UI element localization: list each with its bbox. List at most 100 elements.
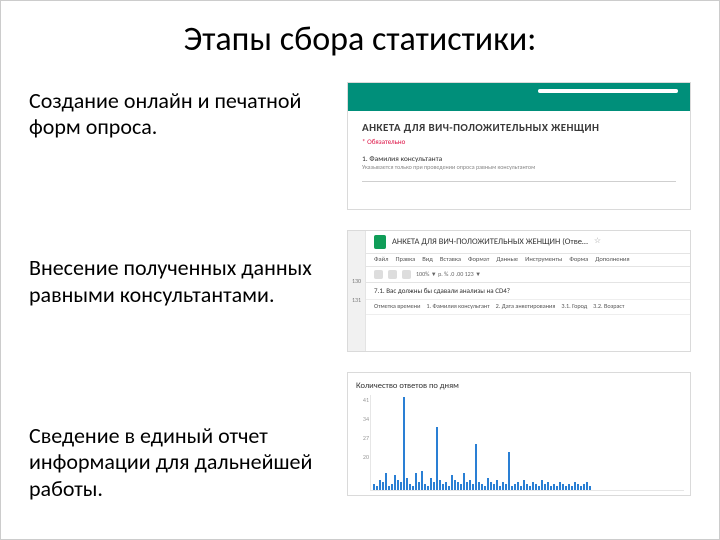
- chart-bar: [469, 480, 471, 491]
- sheet-doc-title: АНКЕТА ДЛЯ ВИЧ-ПОЛОЖИТЕЛЬНЫХ ЖЕНЩИН (Отв…: [392, 237, 588, 247]
- thumbnail-form: АНКЕТА ДЛЯ ВИЧ-ПОЛОЖИТЕЛЬНЫХ ЖЕНЩИН * Об…: [347, 82, 691, 210]
- sheet-column-headers: Отметка времени 1. Фамилия консультант 2…: [366, 300, 690, 314]
- col-header: 1. Фамилия консультант: [426, 303, 489, 310]
- toolbar-button: [388, 270, 397, 279]
- chart-bar: [538, 486, 540, 490]
- chart-bar: [544, 484, 546, 490]
- sheet-row-gutter: 130 131: [348, 231, 366, 351]
- chart-bar: [532, 482, 534, 490]
- chart-bar: [499, 486, 501, 490]
- chart-bar: [535, 484, 537, 490]
- form-input-line: [362, 181, 676, 182]
- chart-bar: [436, 427, 438, 490]
- chart-bar: [568, 484, 570, 490]
- chart-ytick: 27: [357, 435, 369, 442]
- chart-bar: [559, 482, 561, 490]
- form-body: АНКЕТА ДЛЯ ВИЧ-ПОЛОЖИТЕЛЬНЫХ ЖЕНЩИН * Об…: [348, 111, 690, 188]
- chart-bar: [526, 484, 528, 490]
- chart-bar: [448, 486, 450, 490]
- sheet-formula-cell: 7.1. Вас должны бы сдавали анализы на СD…: [366, 283, 690, 300]
- form-required-note: * Обязательно: [362, 138, 676, 146]
- chart-bar: [430, 478, 432, 491]
- menu-item: Инструменты: [525, 256, 562, 264]
- chart-bar: [445, 482, 447, 490]
- chart-bar: [550, 486, 552, 490]
- toolbar-button: [374, 270, 383, 279]
- menu-item: Правка: [395, 256, 415, 264]
- chart-bar: [586, 482, 588, 490]
- chart-bar: [574, 482, 576, 490]
- form-header-bar: [348, 83, 690, 111]
- chart-bar: [397, 480, 399, 491]
- star-icon: ☆: [594, 237, 601, 247]
- chart-bars: [371, 395, 684, 490]
- chart-bar: [409, 484, 411, 490]
- chart-bar: [529, 486, 531, 490]
- sheet-main: АНКЕТА ДЛЯ ВИЧ-ПОЛОЖИТЕЛЬНЫХ ЖЕНЩИН (Отв…: [366, 231, 690, 351]
- sheet-row-num: 131: [352, 297, 361, 304]
- chart-bar: [565, 486, 567, 490]
- chart-bar: [481, 484, 483, 490]
- col-header: Отметка времени: [374, 303, 420, 310]
- chart-bar: [394, 475, 396, 490]
- form-title: АНКЕТА ДЛЯ ВИЧ-ПОЛОЖИТЕЛЬНЫХ ЖЕНЩИН: [362, 121, 676, 134]
- chart-ytick: 20: [357, 454, 369, 461]
- menu-item: Дополнения: [595, 256, 629, 264]
- chart-bar: [421, 471, 423, 490]
- chart-bar: [460, 484, 462, 490]
- menu-item: Файл: [374, 256, 388, 264]
- chart-bar: [496, 480, 498, 491]
- chart-bar: [475, 444, 477, 490]
- thumbnail-chart: Количество ответов по дням 41 34 27 20: [347, 372, 691, 496]
- sheet-toolbar: 100% ▼ р. % .0 .00 123 ▼: [366, 267, 690, 283]
- chart-ytick: 41: [357, 397, 369, 404]
- chart-bar: [466, 482, 468, 490]
- chart-bar: [514, 484, 516, 490]
- chart-bar: [412, 486, 414, 490]
- chart-bar: [556, 486, 558, 490]
- chart-bar: [580, 486, 582, 490]
- chart-bar: [583, 484, 585, 490]
- chart-bar: [382, 482, 384, 490]
- chart-bar: [511, 486, 513, 490]
- menu-item: Форма: [569, 256, 588, 264]
- chart-bar: [571, 486, 573, 490]
- chart-bar: [490, 482, 492, 490]
- menu-item: Данные: [496, 256, 518, 264]
- chart-bar: [502, 482, 504, 490]
- toolbar-text: 100% ▼ р. % .0 .00 123 ▼: [416, 271, 481, 278]
- chart-bar: [505, 484, 507, 490]
- thumbnail-sheet: 130 131 АНКЕТА ДЛЯ ВИЧ-ПОЛОЖИТЕЛЬНЫХ ЖЕН…: [347, 230, 691, 352]
- menu-item: Вставка: [440, 256, 461, 264]
- chart-bar: [376, 486, 378, 490]
- chart-area: 41 34 27 20: [370, 395, 684, 491]
- toolbar-button: [402, 270, 411, 279]
- chart-bar: [517, 482, 519, 490]
- chart-bar: [541, 480, 543, 491]
- chart-bar: [427, 486, 429, 490]
- chart-bar: [406, 478, 408, 491]
- chart-ytick: 34: [357, 416, 369, 423]
- chart-bar: [385, 473, 387, 490]
- chart-bar: [442, 484, 444, 490]
- chart-bar: [577, 484, 579, 490]
- slide: Этапы сбора статистики: Создание онлайн …: [0, 0, 720, 540]
- menu-item: Формат: [468, 256, 489, 264]
- col-header: 2. Дата анкетирования: [496, 303, 556, 310]
- chart-bar: [547, 482, 549, 490]
- chart-bar: [400, 482, 402, 490]
- chart-bar: [520, 486, 522, 490]
- chart-bar: [493, 484, 495, 490]
- step-2: Внесение полученных данных равными консу…: [29, 255, 329, 308]
- chart-bar: [388, 486, 390, 490]
- slide-title: Этапы сбора статистики:: [29, 19, 691, 60]
- chart-bar: [454, 480, 456, 491]
- chart-bar: [484, 486, 486, 490]
- chart-bar: [424, 484, 426, 490]
- sheet-row-num: 130: [352, 278, 361, 285]
- chart-bar: [418, 482, 420, 490]
- chart-title: Количество ответов по дням: [356, 381, 684, 391]
- chart-bar: [373, 484, 375, 490]
- content-row: Создание онлайн и печатной форм опроса. …: [29, 82, 691, 502]
- steps-column: Создание онлайн и печатной форм опроса. …: [29, 82, 329, 502]
